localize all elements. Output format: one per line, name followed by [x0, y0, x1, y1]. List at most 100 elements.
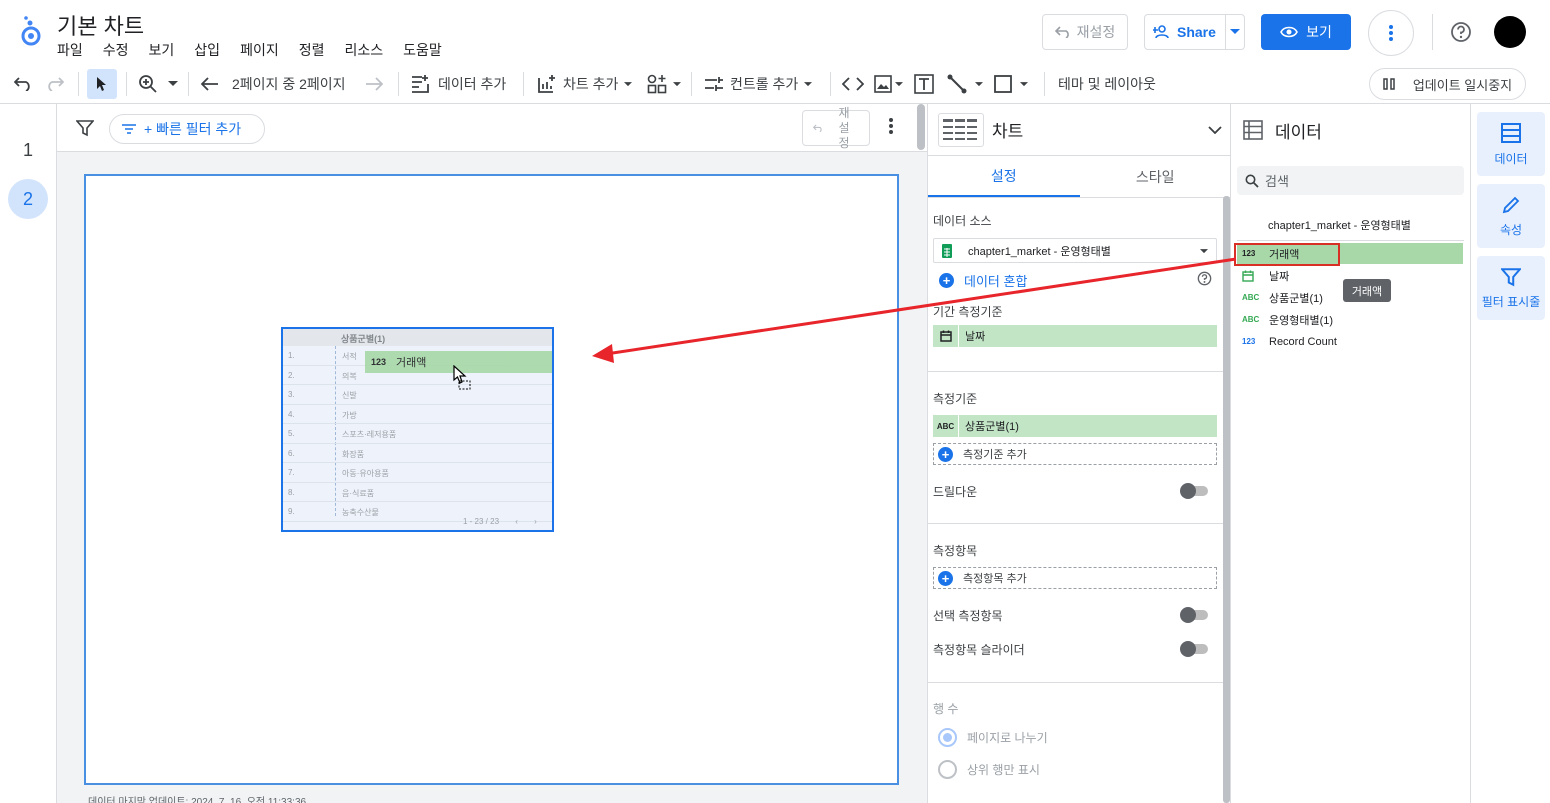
- optional-metrics-toggle[interactable]: [1180, 607, 1208, 623]
- data-source-select[interactable]: chapter1_market - 운영형태별: [933, 238, 1217, 263]
- add-control-label: 컨트롤 추가: [730, 76, 799, 92]
- more-vert-icon[interactable]: [889, 118, 893, 134]
- chevron-down-icon[interactable]: [1208, 126, 1222, 134]
- menu-insert[interactable]: 삽입: [194, 40, 220, 60]
- divider: [1432, 14, 1433, 50]
- next-page-icon[interactable]: [365, 64, 383, 104]
- view-button[interactable]: 보기: [1261, 14, 1351, 50]
- share-button[interactable]: Share: [1144, 14, 1245, 50]
- embed-code-icon[interactable]: [842, 64, 864, 104]
- menu-resource[interactable]: 리소스: [344, 40, 383, 60]
- metric-slider-label: 측정항목 슬라이더: [933, 643, 1025, 657]
- chevron-left-icon[interactable]: ‹: [515, 517, 518, 526]
- table-row[interactable]: 6. 화장품: [283, 444, 552, 463]
- drilldown-toggle[interactable]: [1180, 483, 1208, 499]
- line-button[interactable]: [947, 64, 983, 104]
- top-rows-option[interactable]: 상위 행만 표시: [938, 760, 1040, 779]
- table-row[interactable]: 4. 가방: [283, 405, 552, 424]
- chart-type-selector[interactable]: 차트: [928, 104, 1231, 156]
- field-name: Record Count: [1269, 335, 1337, 348]
- redo-icon[interactable]: [46, 64, 64, 104]
- add-control-button[interactable]: 컨트롤 추가: [704, 64, 813, 104]
- avatar[interactable]: [1494, 16, 1526, 48]
- page-indicator: 2페이지 중 2페이지: [232, 76, 346, 92]
- calendar-icon: [1237, 270, 1269, 282]
- rail-data-button[interactable]: 데이터: [1477, 112, 1545, 176]
- zoom-button[interactable]: [138, 64, 178, 104]
- row-index: 5.: [288, 429, 295, 438]
- report-page[interactable]: 상품군별(1) 1. 서적 2. 의복 3. 신발 4. 가방 5. 스포츠·레저용품 6. 화장품 7…: [84, 174, 899, 785]
- panel-scrollbar[interactable]: [1223, 196, 1230, 803]
- date-range-field-chip[interactable]: 날짜: [933, 325, 1217, 347]
- help-icon[interactable]: [1450, 21, 1472, 43]
- add-chart-label: 차트 추가: [563, 76, 619, 92]
- filter-bar: + 빠른 필터 추가 재설정: [57, 104, 927, 152]
- page-navigation: 1 2: [0, 104, 57, 803]
- table-row[interactable]: 3. 신발: [283, 385, 552, 405]
- add-dimension-button[interactable]: + 측정기준 추가: [933, 443, 1217, 465]
- select-tool-button[interactable]: [87, 69, 117, 99]
- add-data-icon: [412, 75, 429, 93]
- more-options-button[interactable]: [1368, 10, 1414, 56]
- table-row[interactable]: 8. 음·식료품: [283, 483, 552, 502]
- menu-edit[interactable]: 수정: [103, 40, 129, 60]
- text-box-icon[interactable]: [914, 64, 934, 104]
- community-viz-button[interactable]: [647, 64, 681, 104]
- help-icon[interactable]: [1197, 271, 1212, 286]
- looker-studio-logo-icon[interactable]: [20, 14, 42, 46]
- data-source-value: chapter1_market - 운영형태별: [968, 245, 1111, 258]
- add-data-button[interactable]: 데이터 추가: [410, 64, 506, 104]
- rail-filter-button[interactable]: 필터 표시줄: [1477, 256, 1545, 320]
- metric-label: 측정항목: [933, 544, 978, 558]
- canvas-scrollbar[interactable]: [917, 104, 925, 150]
- table-column-header[interactable]: 상품군별(1): [341, 332, 385, 345]
- filter-icon[interactable]: [76, 119, 94, 137]
- toolbar: 2페이지 중 2페이지 데이터 추가 차트 추가 컨트롤 추가 테마 및 레이아…: [0, 64, 1550, 104]
- radio-unselected[interactable]: [938, 760, 957, 779]
- undo-icon[interactable]: [14, 64, 32, 104]
- metric-slider-toggle[interactable]: [1180, 641, 1208, 657]
- table-header[interactable]: 상품군별(1): [283, 329, 552, 346]
- field-item-operation-type[interactable]: ABC 운영형태별(1): [1237, 309, 1463, 330]
- menu-file[interactable]: 파일: [57, 40, 83, 60]
- table-pagination: 1 - 23 / 23 ‹ ›: [463, 517, 537, 526]
- menu-arrange[interactable]: 정렬: [299, 40, 325, 60]
- share-dropdown-icon[interactable]: [1226, 29, 1244, 35]
- tab-setup[interactable]: 설정: [928, 156, 1080, 197]
- menu-help[interactable]: 도움말: [403, 40, 442, 60]
- chevron-right-icon[interactable]: ›: [534, 517, 537, 526]
- rows-label: 행 수: [933, 702, 959, 716]
- shape-button[interactable]: [994, 64, 1028, 104]
- calendar-icon: [933, 325, 959, 347]
- add-chart-button[interactable]: 차트 추가: [537, 64, 633, 104]
- page-1-button[interactable]: 1: [8, 130, 48, 170]
- quick-filter-button[interactable]: + 빠른 필터 추가: [109, 114, 265, 144]
- dimension-field-chip[interactable]: ABC 상품군별(1): [933, 415, 1217, 437]
- field-search-input[interactable]: 검색: [1237, 166, 1464, 195]
- add-metric-button[interactable]: + 측정항목 추가: [933, 567, 1217, 589]
- menu-page[interactable]: 페이지: [240, 40, 279, 60]
- page-2-button[interactable]: 2: [8, 179, 48, 219]
- reset-button[interactable]: 재설정: [1042, 14, 1128, 50]
- pencil-icon: [1502, 196, 1520, 213]
- paginate-option[interactable]: 페이지로 나누기: [938, 728, 1048, 747]
- theme-layout-button[interactable]: 테마 및 레이아웃: [1058, 64, 1156, 104]
- rail-properties-button[interactable]: 속성: [1477, 184, 1545, 248]
- image-button[interactable]: [874, 64, 903, 104]
- data-panel: 데이터 검색 chapter1_market - 운영형태별 123 거래액 날…: [1230, 104, 1470, 803]
- row-index: 6.: [288, 448, 295, 458]
- table-row[interactable]: 5. 스포츠·레저용품: [283, 424, 552, 444]
- row-index: 8.: [288, 487, 295, 497]
- field-item-record-count[interactable]: 123 Record Count: [1237, 331, 1463, 352]
- prev-page-icon[interactable]: [201, 64, 219, 104]
- tab-style[interactable]: 스타일: [1080, 156, 1232, 197]
- pause-updates-button[interactable]: 업데이트 일시중지: [1369, 68, 1526, 100]
- blend-data-button[interactable]: + 데이터 혼합: [939, 271, 1027, 290]
- row-value: 의복: [342, 371, 357, 381]
- report-title[interactable]: 기본 차트: [57, 9, 144, 41]
- canvas-reset-button[interactable]: 재설정: [802, 106, 870, 150]
- table-chart[interactable]: 상품군별(1) 1. 서적 2. 의복 3. 신발 4. 가방 5. 스포츠·레저용품 6. 화장품 7…: [281, 327, 554, 532]
- radio-selected[interactable]: [938, 728, 957, 747]
- table-row[interactable]: 7. 아동·유아용품: [283, 463, 552, 483]
- menu-view[interactable]: 보기: [149, 40, 175, 60]
